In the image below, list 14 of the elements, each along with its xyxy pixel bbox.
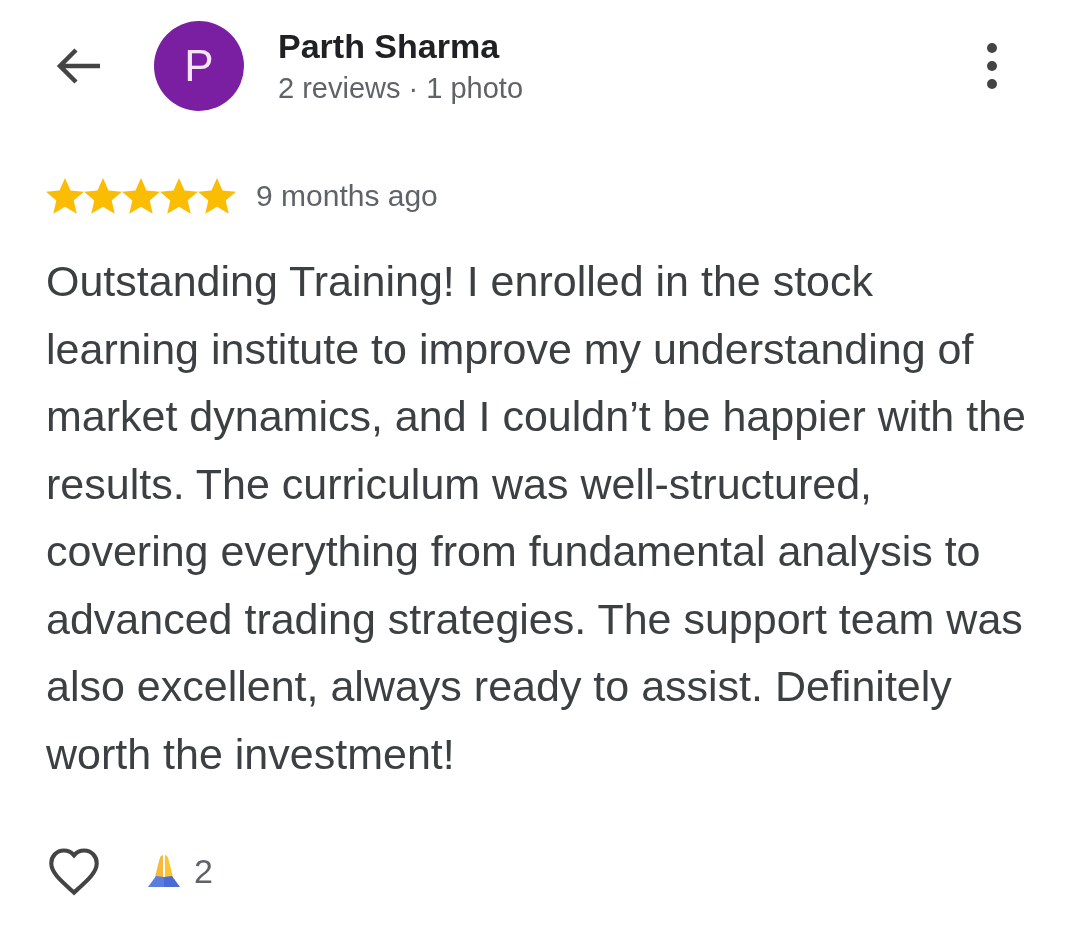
back-arrow-icon[interactable] — [54, 46, 102, 86]
heart-icon[interactable] — [46, 846, 102, 896]
review-text: Outstanding Training! I enrolled in the stock learning institute to improve my understanding of market dynamics, and I couldn’t be happier with the results. The curriculum was well-structured, covering everything from fundamental analysis to advanced trading strategies. The support team was also excellent, always ready to assist. Definitely worth the investment! — [46, 256, 1027, 780]
star-icon — [122, 178, 160, 214]
reviewer-name[interactable]: Parth Sharma — [278, 27, 986, 66]
star-icon — [198, 178, 236, 214]
review-time: 9 months ago — [256, 179, 438, 213]
avatar: P — [154, 21, 244, 111]
reviewer-stats: 2 reviews · 1 photo — [278, 72, 524, 105]
star-icon — [160, 178, 198, 214]
more-options-icon[interactable] — [986, 42, 998, 90]
star-icon — [46, 178, 84, 214]
star-icon — [84, 178, 122, 214]
reaction-count: 2 — [194, 851, 213, 891]
